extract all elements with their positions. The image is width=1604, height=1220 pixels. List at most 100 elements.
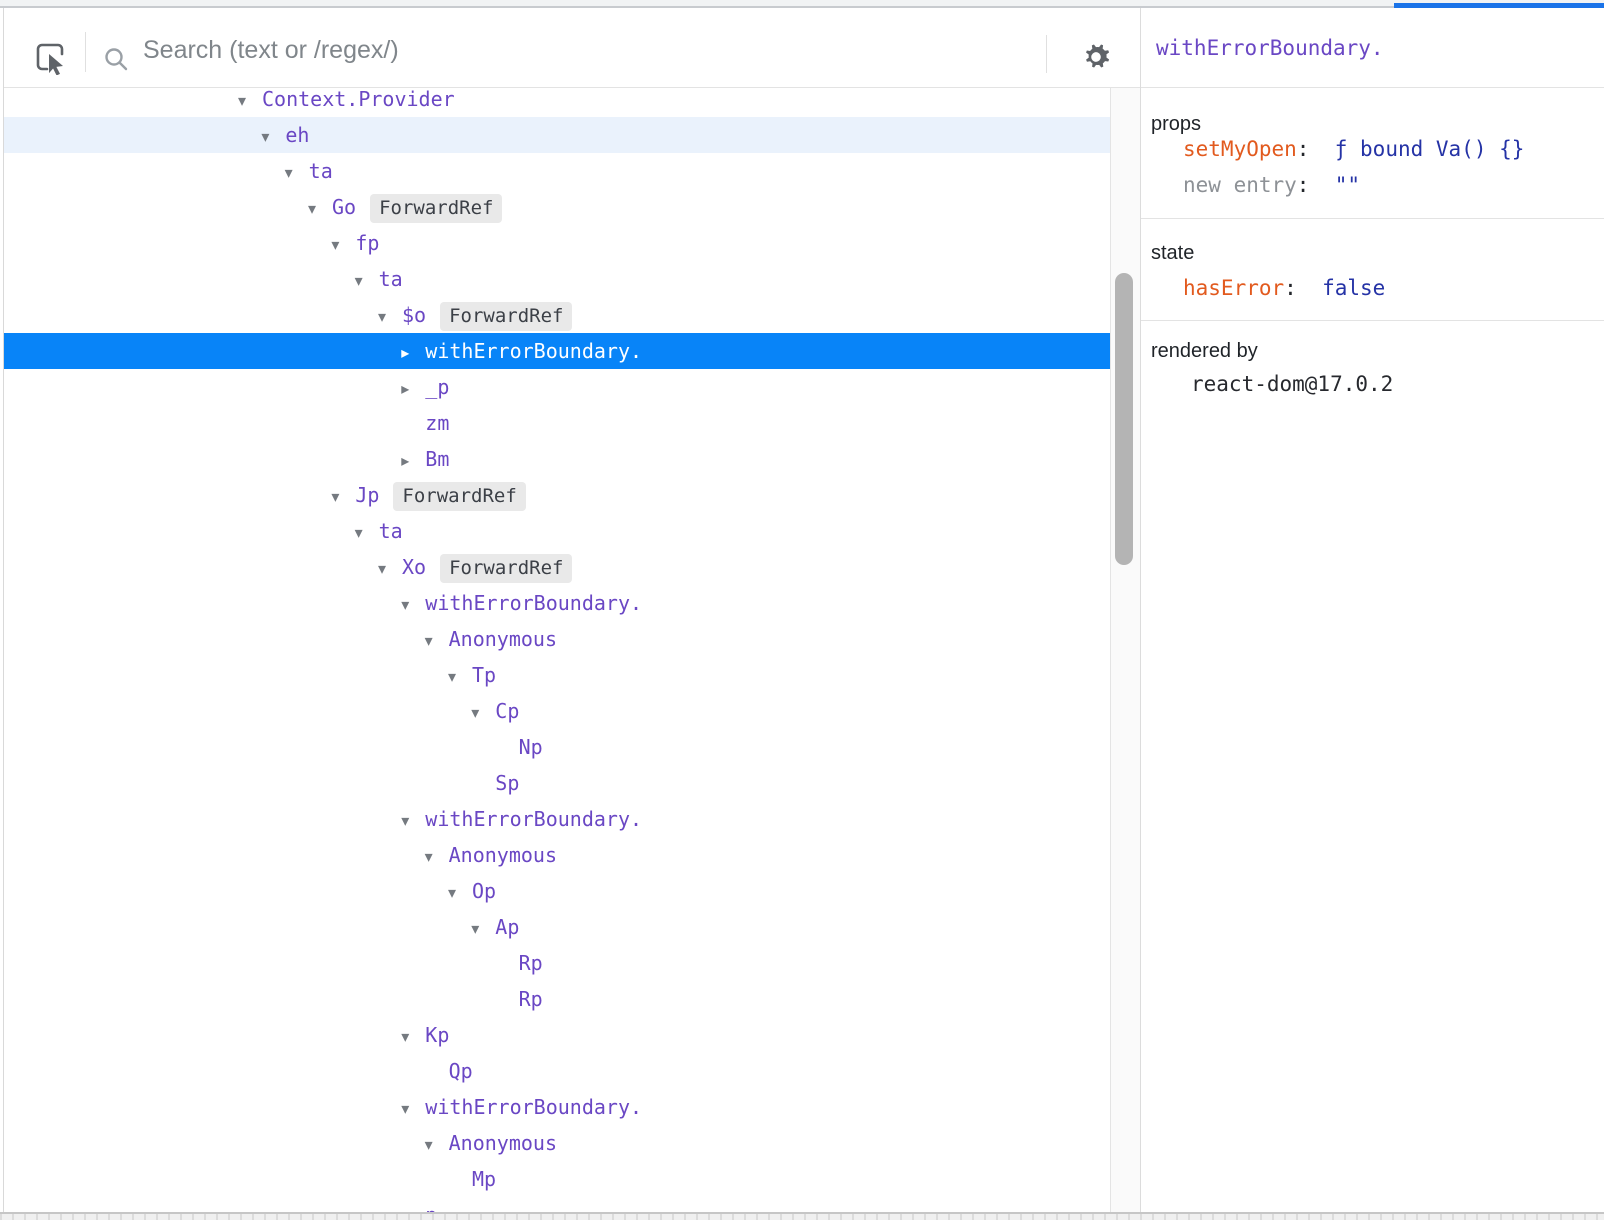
tree-row[interactable]: ▾ta <box>4 153 1110 189</box>
chevron-down-icon[interactable]: ▾ <box>308 191 332 227</box>
prop-new-entry-value[interactable]: "" <box>1335 173 1360 197</box>
chevron-down-icon[interactable]: ▾ <box>401 587 425 623</box>
chevron-down-icon[interactable]: ▾ <box>261 119 285 155</box>
details-panel: withErrorBoundary. props setMyOpen: ƒ bo… <box>1140 8 1604 1212</box>
gear-icon[interactable] <box>1081 42 1111 72</box>
tree-row[interactable]: ▾XoForwardRef <box>4 549 1110 585</box>
search-icon <box>103 46 129 72</box>
bottom-scrollbar-strip[interactable] <box>0 1212 1604 1220</box>
prop-row: setMyOpen: ƒ bound Va() {} <box>1183 136 1604 162</box>
component-name: withErrorBoundary. <box>425 591 642 615</box>
tree-row[interactable]: Np <box>4 729 1110 765</box>
prop-new-entry-key[interactable]: new entry <box>1183 173 1297 197</box>
tree-row[interactable]: Sp <box>4 765 1110 801</box>
chevron-down-icon[interactable]: ▾ <box>331 227 355 263</box>
component-name: ta <box>379 519 403 543</box>
tree-row[interactable]: ▾GoForwardRef <box>4 189 1110 225</box>
chevron-right-icon[interactable]: ▸ <box>401 443 425 479</box>
key-separator: : <box>1297 173 1310 197</box>
chevron-down-icon[interactable]: ▾ <box>285 155 309 191</box>
tree-row[interactable]: Rp <box>4 981 1110 1017</box>
component-name: Ap <box>495 915 519 939</box>
tree-row[interactable]: ▾eh <box>4 117 1110 153</box>
chevron-down-icon[interactable]: ▾ <box>425 1127 449 1163</box>
component-name: withErrorBoundary. <box>425 339 642 363</box>
chevron-down-icon[interactable]: ▾ <box>401 803 425 839</box>
toolbar <box>4 8 1140 88</box>
chevron-down-icon[interactable]: ▾ <box>355 263 379 299</box>
tree-scrollbar-track[interactable] <box>1110 88 1140 1212</box>
chevron-right-icon[interactable]: ▸ <box>401 371 425 407</box>
tree-row[interactable]: ▾Anonymous <box>4 1125 1110 1161</box>
tree-row[interactable]: ▾Context.Provider <box>4 88 1110 117</box>
chevron-down-icon[interactable]: ▾ <box>401 1019 425 1055</box>
tree-row[interactable]: ▾Anonymous <box>4 621 1110 657</box>
inspect-element-icon[interactable] <box>33 41 67 75</box>
tree-row[interactable]: ▾Kp <box>4 1017 1110 1053</box>
tree-row[interactable]: ▾p <box>4 1197 1110 1212</box>
component-name: Kp <box>425 1023 449 1047</box>
tree-row[interactable]: ▾Tp <box>4 657 1110 693</box>
tree-row[interactable]: ▾withErrorBoundary. <box>4 585 1110 621</box>
component-name: Op <box>472 879 496 903</box>
tree-row[interactable]: Rp <box>4 945 1110 981</box>
component-name: Go <box>332 195 356 219</box>
component-name: ta <box>379 267 403 291</box>
chevron-down-icon[interactable]: ▾ <box>378 299 402 335</box>
component-name: zm <box>425 411 449 435</box>
tree-row[interactable]: ▾Ap <box>4 909 1110 945</box>
search-input[interactable] <box>143 30 843 70</box>
chevron-down-icon[interactable]: ▾ <box>425 623 449 659</box>
tree-row[interactable]: ▾withErrorBoundary. <box>4 801 1110 837</box>
prop-key[interactable]: setMyOpen <box>1183 137 1297 161</box>
forwardref-badge: ForwardRef <box>393 482 525 511</box>
prop-value[interactable]: ƒ bound Va() {} <box>1335 137 1525 161</box>
state-value[interactable]: false <box>1322 276 1385 300</box>
toolbar-divider <box>1046 35 1047 73</box>
tree-row[interactable]: ▾ta <box>4 513 1110 549</box>
tree-row[interactable]: ▾$oForwardRef <box>4 297 1110 333</box>
tree-row[interactable]: ▾Cp <box>4 693 1110 729</box>
chevron-down-icon[interactable]: ▾ <box>331 479 355 515</box>
chevron-down-icon[interactable]: ▾ <box>378 551 402 587</box>
chevron-down-icon[interactable]: ▾ <box>471 695 495 731</box>
chevron-down-icon[interactable]: ▾ <box>355 515 379 551</box>
tree-row[interactable]: ▾fp <box>4 225 1110 261</box>
component-name: withErrorBoundary. <box>425 1095 642 1119</box>
props-section-label: props <box>1151 112 1604 136</box>
key-separator: : <box>1284 276 1297 300</box>
component-name: Qp <box>449 1059 473 1083</box>
state-key[interactable]: hasError <box>1183 276 1284 300</box>
tree-row[interactable]: ▾Anonymous <box>4 837 1110 873</box>
chevron-down-icon[interactable]: ▾ <box>401 1091 425 1127</box>
chevron-down-icon[interactable]: ▾ <box>425 839 449 875</box>
chevron-down-icon[interactable]: ▾ <box>401 1199 425 1212</box>
chevron-down-icon[interactable]: ▾ <box>471 911 495 947</box>
component-name: _p <box>425 375 449 399</box>
tree-row[interactable]: ▸Bm <box>4 441 1110 477</box>
tree-row[interactable]: zm <box>4 405 1110 441</box>
state-section-label: state <box>1151 241 1604 265</box>
chevron-right-icon[interactable]: ▸ <box>401 335 425 371</box>
chevron-down-icon[interactable]: ▾ <box>238 88 262 119</box>
tree-row[interactable]: Qp <box>4 1053 1110 1089</box>
component-tree-rows: ▾Context.Provider▾eh▾ta▾GoForwardRef▾fp▾… <box>4 88 1110 1212</box>
tree-row[interactable]: ▾withErrorBoundary. <box>4 1089 1110 1125</box>
tree-row[interactable]: ▾JpForwardRef <box>4 477 1110 513</box>
tree-scrollbar-thumb[interactable] <box>1115 273 1133 565</box>
chevron-down-icon[interactable]: ▾ <box>448 875 472 911</box>
component-name: Rp <box>519 951 543 975</box>
tree-row[interactable]: ▾ta <box>4 261 1110 297</box>
tree-row[interactable]: Mp <box>4 1161 1110 1197</box>
tree-row[interactable]: ▾Op <box>4 873 1110 909</box>
tree-row[interactable]: ▸withErrorBoundary. <box>4 333 1110 369</box>
component-name: Anonymous <box>449 627 557 651</box>
component-name: ta <box>309 159 333 183</box>
component-name: Xo <box>402 555 426 579</box>
tree-row[interactable]: ▸_p <box>4 369 1110 405</box>
forwardref-badge: ForwardRef <box>440 302 572 331</box>
component-name: fp <box>355 231 379 255</box>
renderer-version: react-dom@17.0.2 <box>1191 372 1393 396</box>
chevron-down-icon[interactable]: ▾ <box>448 659 472 695</box>
key-separator: : <box>1297 137 1310 161</box>
